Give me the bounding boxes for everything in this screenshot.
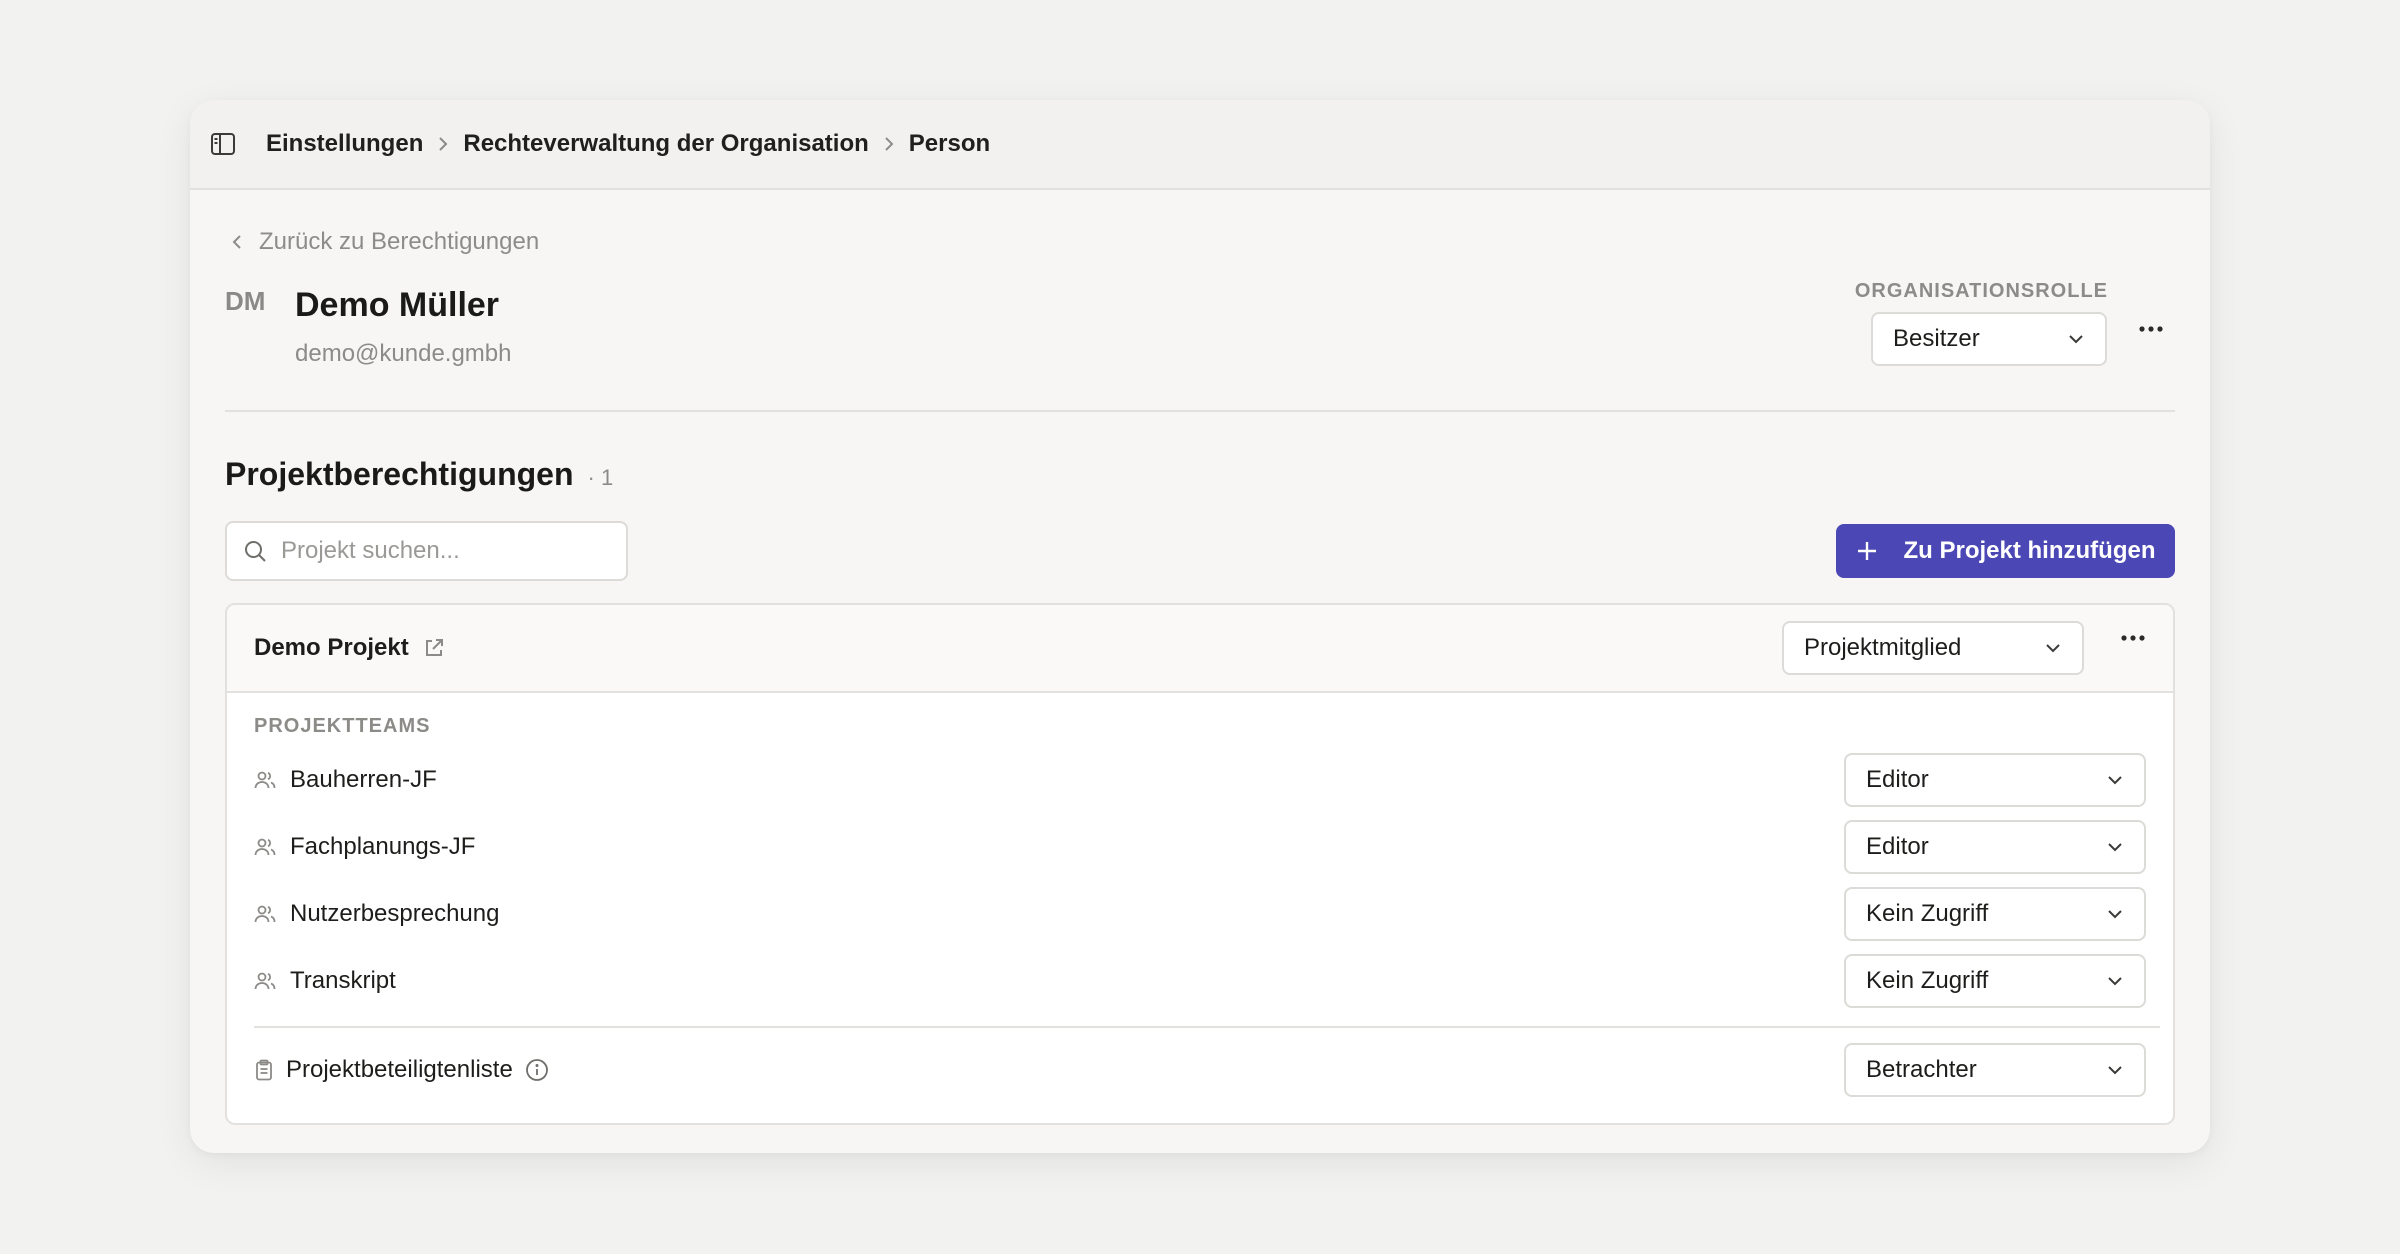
- breadcrumb-item-rechteverwaltung[interactable]: Rechteverwaltung der Organisation: [463, 130, 868, 158]
- team-name: Transkript: [290, 966, 396, 994]
- breadcrumb-item-person: Person: [908, 130, 991, 157]
- org-role-select[interactable]: Besitzer: [1871, 312, 2107, 366]
- chevron-down-icon: [2046, 644, 2060, 653]
- chevron-down-icon: [2108, 976, 2122, 985]
- users-icon: [254, 770, 276, 790]
- participants-list-name: Projektbeteiligtenliste: [286, 1056, 513, 1083]
- team-role-select[interactable]: Editor: [1844, 819, 2146, 874]
- users-icon: [254, 904, 276, 924]
- project-name: Demo Projekt: [254, 634, 409, 661]
- divider: [254, 1026, 2160, 1028]
- permissions-title: Projektberechtigungen: [225, 456, 574, 492]
- project-teams-label: PROJEKTTEAMS: [254, 715, 431, 737]
- project-card-header: Demo Projekt Projektmitglied: [227, 605, 2173, 693]
- project-card-body: PROJEKTTEAMS Bauherren-JF Editor Fachpla…: [227, 693, 2173, 1098]
- person-name: Demo Müller: [295, 286, 500, 324]
- team-role-select[interactable]: Kein Zugriff: [1844, 886, 2146, 941]
- org-role-value: Besitzer: [1893, 325, 1980, 352]
- team-row: Nutzerbesprechung Kein Zugriff: [254, 880, 2146, 947]
- team-name: Fachplanungs-JF: [290, 832, 476, 860]
- permissions-count: · 1: [587, 465, 614, 490]
- users-icon: [254, 971, 276, 991]
- project-more-options-icon[interactable]: [2121, 635, 2145, 641]
- team-role-select[interactable]: Kein Zugriff: [1844, 953, 2146, 1008]
- chevron-down-icon: [2069, 335, 2083, 344]
- chevron-down-icon: [2108, 1066, 2122, 1075]
- info-icon[interactable]: [525, 1058, 549, 1082]
- divider: [225, 410, 2175, 412]
- participants-list-row: Projektbeteiligtenliste Betrachter: [254, 1042, 2146, 1098]
- team-name: Nutzerbesprechung: [290, 899, 500, 927]
- participants-role-value: Betrachter: [1866, 1056, 1977, 1083]
- app-window: Einstellungen Rechteverwaltung der Organ…: [190, 100, 2210, 1153]
- team-role-value: Editor: [1866, 765, 1929, 793]
- breadcrumb: Einstellungen Rechteverwaltung der Organ…: [266, 130, 990, 158]
- chevron-down-icon: [2108, 842, 2122, 851]
- plus-icon: [1857, 542, 1876, 560]
- chevron-left-icon: [232, 235, 241, 249]
- project-role-value: Projektmitglied: [1804, 634, 1962, 661]
- person-email: demo@kunde.gmbh: [295, 340, 512, 367]
- search-icon: [245, 541, 266, 562]
- project-card: Demo Projekt Projektmitglied PROJEKTTEAM…: [225, 603, 2175, 1125]
- permissions-header: Projektberechtigungen · 1: [225, 456, 2175, 493]
- main-content: Zurück zu Berechtigungen DM Demo Müller …: [190, 190, 2210, 1125]
- chevron-right-icon: [437, 135, 449, 153]
- participants-role-select[interactable]: Betrachter: [1844, 1043, 2146, 1097]
- sidebar-toggle-icon[interactable]: [208, 129, 238, 159]
- team-role-value: Kein Zugriff: [1866, 899, 1989, 927]
- add-to-project-button[interactable]: Zu Projekt hinzufügen: [1836, 524, 2175, 578]
- add-to-project-label: Zu Projekt hinzufügen: [1903, 537, 2156, 564]
- team-row: Bauherren-JF Editor: [254, 746, 2146, 813]
- back-to-permissions-link[interactable]: Zurück zu Berechtigungen: [231, 228, 2175, 256]
- avatar: DM: [225, 286, 266, 316]
- chevron-down-icon: [2108, 909, 2122, 918]
- permissions-toolbar: Zu Projekt hinzufügen: [225, 521, 2175, 581]
- clipboard-icon: [254, 1059, 274, 1081]
- project-search[interactable]: [225, 521, 628, 581]
- chevron-right-icon: [883, 135, 895, 153]
- top-bar: Einstellungen Rechteverwaltung der Organ…: [190, 100, 2210, 190]
- project-search-input[interactable]: [281, 537, 611, 565]
- users-icon: [254, 837, 276, 857]
- org-role-label: ORGANISATIONSROLLE: [1854, 280, 2108, 302]
- team-role-value: Editor: [1866, 832, 1929, 860]
- team-name: Bauherren-JF: [290, 765, 437, 793]
- chevron-down-icon: [2108, 775, 2122, 784]
- team-row: Fachplanungs-JF Editor: [254, 813, 2146, 880]
- team-row: Transkript Kein Zugriff: [254, 947, 2146, 1014]
- person-header: DM Demo Müller demo@kunde.gmbh ORGANISAT…: [225, 280, 2175, 410]
- team-role-value: Kein Zugriff: [1866, 966, 1989, 994]
- back-link-label: Zurück zu Berechtigungen: [259, 228, 540, 255]
- external-link-icon[interactable]: [423, 637, 445, 659]
- breadcrumb-item-einstellungen[interactable]: Einstellungen: [266, 130, 423, 158]
- project-role-select[interactable]: Projektmitglied: [1782, 621, 2084, 675]
- team-role-select[interactable]: Editor: [1844, 752, 2146, 807]
- org-more-options-icon[interactable]: [2139, 326, 2163, 332]
